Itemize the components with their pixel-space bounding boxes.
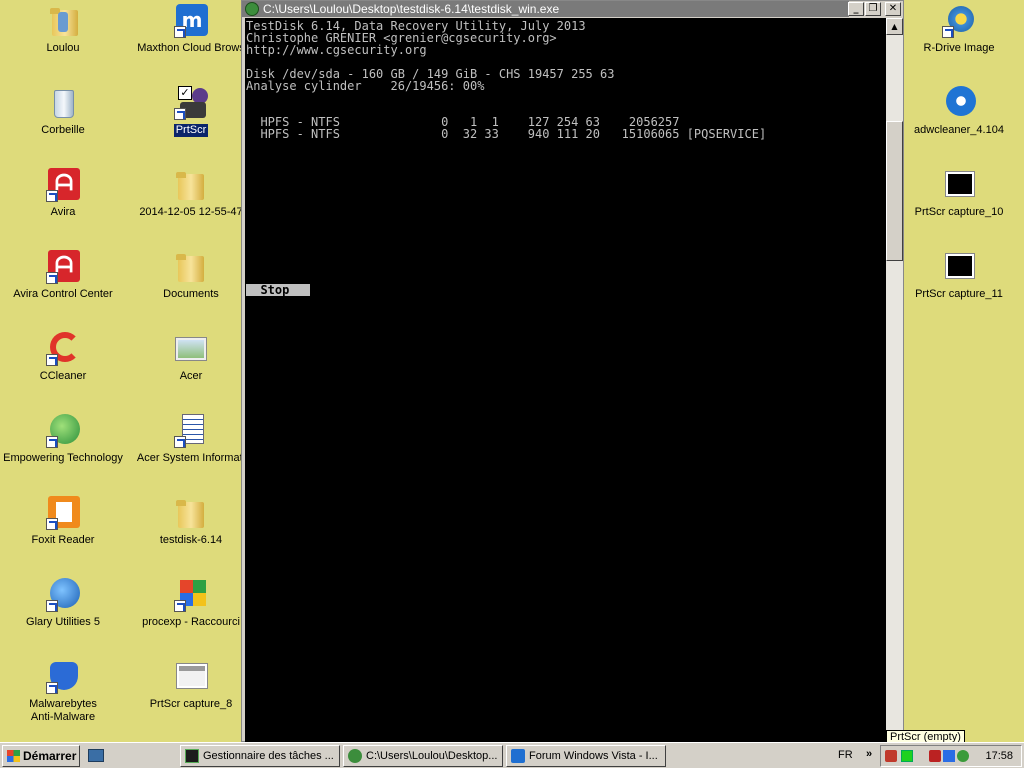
desktop-icon-procexp[interactable]: procexp - Raccourci bbox=[129, 578, 253, 648]
desktop-icon-ccleaner[interactable]: CCleaner bbox=[1, 332, 125, 402]
ccleaner-icon bbox=[46, 332, 80, 366]
prtscr-icon: ✓ bbox=[174, 86, 208, 120]
terminal-line: Analyse cylinder 26/19456: 00% bbox=[246, 79, 485, 93]
malwarebytes-icon bbox=[46, 660, 80, 694]
taskbar: Démarrer Gestionnaire des tâches ... C:\… bbox=[0, 742, 1024, 768]
desktop-icon-avira[interactable]: ᗩ Avira bbox=[1, 168, 125, 238]
scroll-thumb[interactable] bbox=[886, 121, 903, 261]
capture-black-icon bbox=[942, 250, 976, 284]
status-tray-icon[interactable] bbox=[901, 750, 913, 762]
desktop-icon-empowering-technology[interactable]: Empowering Technology bbox=[1, 414, 125, 484]
desktop-icon-prtscr[interactable]: ✓ PrtScr bbox=[129, 86, 253, 156]
desktop-icon-corbeille[interactable]: Corbeille bbox=[1, 86, 125, 156]
taskbar-item-label: C:\Users\Loulou\Desktop... bbox=[366, 750, 498, 762]
taskbar-item-label: Forum Windows Vista - I... bbox=[529, 750, 658, 762]
empowering-technology-icon bbox=[46, 414, 80, 448]
partition-row: HPFS - NTFS 0 32 33 940 111 20 15106065 … bbox=[246, 127, 767, 141]
folder-icon bbox=[174, 250, 208, 284]
desktop-icon-documents[interactable]: Documents bbox=[129, 250, 253, 320]
volume-tray-icon[interactable] bbox=[957, 750, 969, 762]
desktop-icon-loulou[interactable]: Loulou bbox=[1, 4, 125, 74]
testdisk-console-window[interactable]: C:\Users\Loulou\Desktop\testdisk-6.14\te… bbox=[241, 0, 904, 742]
scroll-up-arrow-icon[interactable]: ▲ bbox=[886, 18, 903, 35]
system-tray: 17:58 bbox=[880, 745, 1022, 767]
document-icon bbox=[174, 414, 208, 448]
close-button[interactable]: ✕ bbox=[885, 2, 901, 16]
tray-expand-chevron-icon[interactable]: » bbox=[866, 748, 872, 760]
stop-button[interactable]: Stop bbox=[246, 284, 310, 296]
windows-logo-icon bbox=[7, 750, 20, 762]
prtscr-tray-icon[interactable] bbox=[885, 750, 897, 762]
start-button[interactable]: Démarrer bbox=[2, 745, 80, 767]
folder-icon bbox=[174, 168, 208, 202]
capture-image-icon bbox=[174, 660, 208, 694]
procexp-icon bbox=[174, 578, 208, 612]
terminal-line: http://www.cgsecurity.org bbox=[246, 43, 427, 57]
console-app-icon bbox=[245, 2, 259, 16]
acer-image-icon bbox=[174, 332, 208, 366]
desktop-icon-prtscr-capture-8[interactable]: PrtScr capture_8 bbox=[129, 660, 253, 730]
foxit-reader-icon bbox=[46, 496, 80, 530]
console-icon bbox=[348, 749, 362, 763]
avira-tray-icon[interactable] bbox=[929, 750, 941, 762]
desktop-icon-glary-utilities[interactable]: Glary Utilities 5 bbox=[1, 578, 125, 648]
adwcleaner-icon bbox=[942, 86, 976, 120]
task-manager-icon bbox=[185, 749, 199, 763]
terminal-output[interactable]: TestDisk 6.14, Data Recovery Utility, Ju… bbox=[245, 18, 886, 742]
desktop-icon-folder-2014-12-05[interactable]: 2014-12-05 12-55-47 bbox=[129, 168, 253, 238]
restore-button[interactable]: ❐ bbox=[865, 2, 881, 16]
avira-control-center-icon: ᗩ bbox=[46, 250, 80, 284]
minimize-button[interactable]: _ bbox=[848, 2, 864, 16]
desktop-icon-testdisk-folder[interactable]: testdisk-6.14 bbox=[129, 496, 253, 566]
console-vertical-scrollbar[interactable]: ▲ bbox=[886, 18, 903, 742]
desktop-icon-prtscr-capture-10[interactable]: PrtScr capture_10 bbox=[897, 168, 1021, 238]
folder-icon bbox=[174, 496, 208, 530]
clock[interactable]: 17:58 bbox=[985, 750, 1013, 762]
window-controls: _ ❐ ✕ bbox=[848, 2, 901, 16]
maxthon-icon: m bbox=[174, 4, 208, 38]
desktop-icon-prtscr-capture-11[interactable]: PrtScr capture_11 bbox=[897, 250, 1021, 320]
desktop-icon-avira-control-center[interactable]: ᗩ Avira Control Center bbox=[1, 250, 125, 320]
r-drive-image-icon bbox=[942, 4, 976, 38]
user-folder-icon bbox=[46, 4, 80, 38]
desktop-icon-acer-system-information[interactable]: Acer System Informati bbox=[129, 414, 253, 484]
show-desktop-icon[interactable] bbox=[88, 749, 104, 762]
desktop-icon-foxit-reader[interactable]: Foxit Reader bbox=[1, 496, 125, 566]
desktop-icon-malwarebytes[interactable]: Malwarebytes Anti-Malware bbox=[1, 660, 125, 730]
taskbar-item-task-manager[interactable]: Gestionnaire des tâches ... bbox=[180, 745, 340, 767]
maxthon-icon bbox=[511, 749, 525, 763]
start-label: Démarrer bbox=[23, 749, 77, 763]
capture-black-icon bbox=[942, 168, 976, 202]
recycle-bin-icon bbox=[46, 86, 80, 120]
desktop-icon-maxthon[interactable]: m Maxthon Cloud Brows bbox=[129, 4, 253, 74]
taskbar-item-label: Gestionnaire des tâches ... bbox=[203, 750, 334, 762]
console-title: C:\Users\Loulou\Desktop\testdisk-6.14\te… bbox=[263, 2, 560, 16]
desktop-icon-r-drive-image[interactable]: R-Drive Image bbox=[897, 4, 1021, 74]
network-tray-icon[interactable] bbox=[943, 750, 955, 762]
glary-utilities-icon bbox=[46, 578, 80, 612]
avira-icon: ᗩ bbox=[46, 168, 80, 202]
taskbar-item-console[interactable]: C:\Users\Loulou\Desktop... bbox=[343, 745, 503, 767]
taskbar-item-maxthon[interactable]: Forum Windows Vista - I... bbox=[506, 745, 666, 767]
console-titlebar[interactable]: C:\Users\Loulou\Desktop\testdisk-6.14\te… bbox=[242, 1, 903, 17]
language-indicator[interactable]: FR bbox=[838, 749, 853, 761]
desktop-icon-acer[interactable]: Acer bbox=[129, 332, 253, 402]
desktop-icon-adwcleaner[interactable]: adwcleaner_4.104 bbox=[897, 86, 1021, 156]
